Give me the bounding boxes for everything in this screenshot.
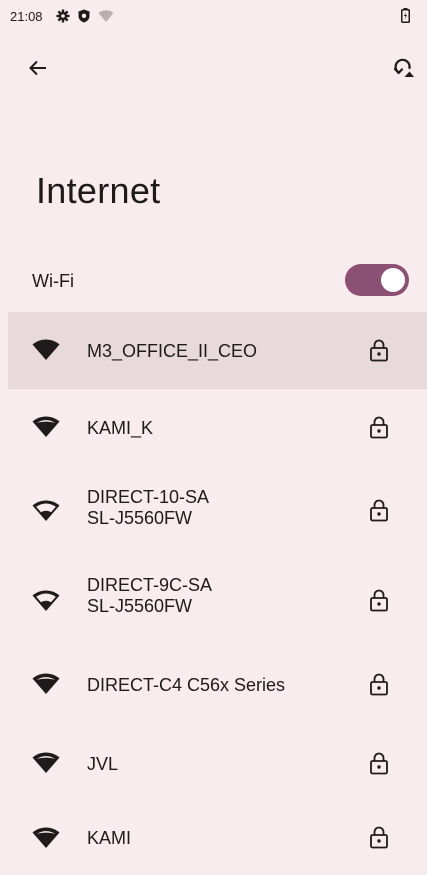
restart-network-icon xyxy=(393,58,414,77)
top-app-bar xyxy=(0,44,427,92)
network-item-kami[interactable]: KAMI xyxy=(8,800,427,875)
wifi-signal-full-icon xyxy=(32,339,60,360)
page-title: Internet xyxy=(36,170,161,211)
wifi-signal-strong-icon xyxy=(32,752,60,773)
lock-icon xyxy=(370,416,388,439)
wifi-label: Wi-Fi xyxy=(32,271,74,291)
wifi-question-icon xyxy=(98,9,114,28)
status-bar: 21:08 xyxy=(0,0,427,34)
arrow-left-icon xyxy=(29,60,46,76)
lock-icon xyxy=(370,339,388,362)
network-name: M3_OFFICE_II_CEO xyxy=(87,341,258,361)
network-item-jvl[interactable]: JVL xyxy=(8,723,427,800)
network-item-direct-9c-sa[interactable]: DIRECT-9C-SA SL-J5560FW xyxy=(8,556,427,646)
status-icons xyxy=(56,9,114,28)
wifi-signal-strong-icon xyxy=(32,673,60,694)
lock-icon xyxy=(370,673,388,696)
network-item-m3-office-ii-ceo[interactable]: M3_OFFICE_II_CEO xyxy=(8,312,427,389)
network-name-line2: SL-J5560FW xyxy=(87,596,193,616)
network-name: JVL xyxy=(87,754,119,774)
shield-icon xyxy=(78,9,90,28)
wifi-signal-strong-icon xyxy=(32,827,60,848)
back-button[interactable] xyxy=(22,52,54,84)
wifi-toggle[interactable] xyxy=(345,264,409,296)
lock-icon xyxy=(370,826,388,849)
network-item-direct-c4[interactable]: DIRECT-C4 C56x Series xyxy=(8,646,427,723)
lock-icon xyxy=(370,589,388,612)
network-item-direct-10-sa[interactable]: DIRECT-10-SA SL-J5560FW xyxy=(8,466,427,556)
gear-icon xyxy=(56,9,70,28)
toggle-thumb xyxy=(381,268,405,292)
wifi-signal-medium-icon xyxy=(32,590,60,611)
status-time: 21:08 xyxy=(10,9,43,24)
network-item-kami-k[interactable]: KAMI_K xyxy=(8,389,427,466)
network-name-line1: DIRECT-9C-SA xyxy=(87,575,213,595)
network-list: M3_OFFICE_II_CEO KAMI_K DIRECT-10-SA SL-… xyxy=(8,312,427,875)
restart-network-button[interactable] xyxy=(385,52,421,84)
network-name: KAMI_K xyxy=(87,418,154,438)
network-name-line1: DIRECT-10-SA xyxy=(87,487,210,507)
lock-icon xyxy=(370,499,388,522)
network-name-line2: SL-J5560FW xyxy=(87,508,193,528)
wifi-signal-strong-icon xyxy=(32,416,60,437)
wifi-signal-medium-icon xyxy=(32,500,60,521)
network-name: DIRECT-C4 C56x Series xyxy=(87,675,286,695)
lock-icon xyxy=(370,752,388,775)
wifi-toggle-row[interactable]: Wi-Fi xyxy=(0,254,427,310)
network-name: KAMI xyxy=(87,828,132,848)
battery-charging-icon xyxy=(401,8,410,28)
